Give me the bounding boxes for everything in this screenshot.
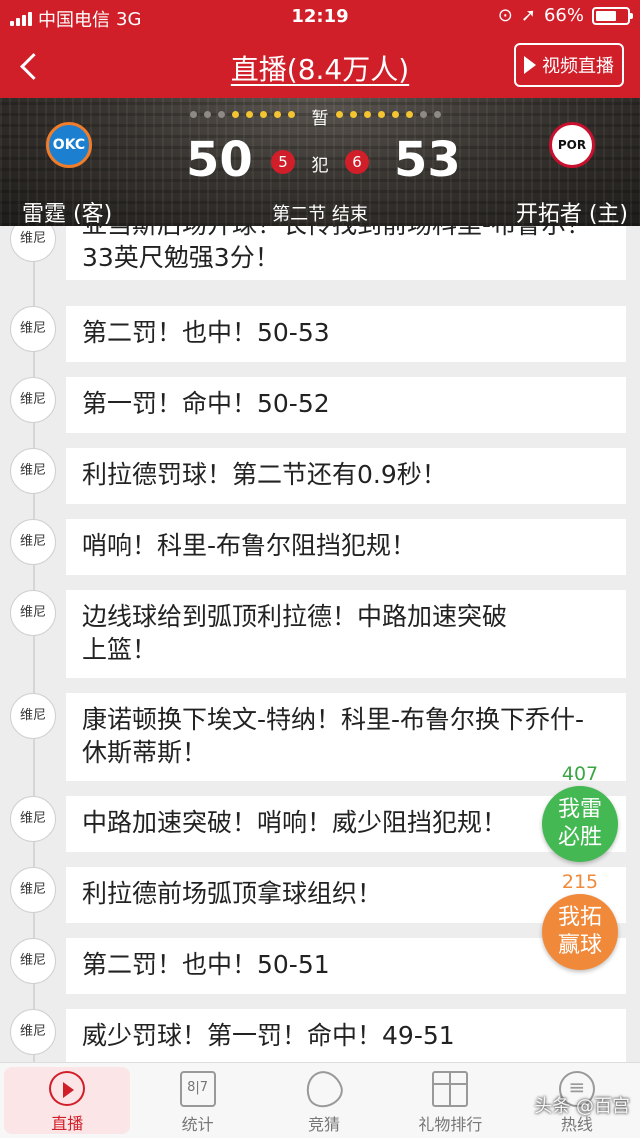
home-timeout-dots <box>336 111 441 118</box>
video-live-button[interactable]: 视频直播 <box>514 43 624 87</box>
blazers-vote-count: 215 <box>561 871 599 893</box>
avatar[interactable]: 维尼 <box>10 448 56 494</box>
home-team-name: 开拓者 (主) <box>515 202 628 226</box>
stats-icon: 8|7 <box>179 1071 216 1107</box>
avatar[interactable]: 维尼 <box>10 796 56 842</box>
feed-text: 边线球给到弧顶利拉德！中路加速突破上篮！ <box>66 590 626 678</box>
timeout-label: 暂 <box>311 109 329 129</box>
scoreboard: 暂 OKC POR 50 5 犯 6 53 雷霆 (客) 第二节 结束 开拓者 … <box>0 98 640 226</box>
play-circle-icon <box>49 1071 86 1106</box>
tab-guess[interactable]: 竞猜 <box>261 1063 387 1138</box>
home-fouls: 6 <box>345 150 369 174</box>
gift-icon <box>432 1071 469 1107</box>
thunder-vote-button[interactable]: 我雷必胜 <box>542 786 618 862</box>
blazers-vote-button[interactable]: 我拓赢球 <box>542 894 618 970</box>
status-bar: 中国电信 3G 12:19 ⊙ ➚ 66% <box>0 0 640 34</box>
home-score: 53 <box>394 132 461 188</box>
tab-bar: 直播 8|7 统计 竞猜 礼物排行 热线 <box>0 1062 640 1138</box>
battery-percent: 66% <box>543 5 584 26</box>
feed-text: 第一罚！命中！50-52 <box>66 377 626 433</box>
video-live-label: 视频直播 <box>542 56 614 77</box>
feed-text: 第二罚！也中！50-53 <box>66 306 626 362</box>
feed-text: 利拉德罚球！第二节还有0.9秒！ <box>66 448 626 504</box>
nav-bar: 直播(8.4万人) 视频直播 <box>0 34 640 98</box>
avatar[interactable]: 维尼 <box>10 693 56 739</box>
tab-hotline[interactable]: 热线 <box>514 1063 640 1138</box>
tab-label: 直播 <box>51 1114 84 1133</box>
feed-text: 哨响！科里-布鲁尔阻挡犯规！ <box>66 519 626 575</box>
feed-text: 第二罚！也中！50-51 <box>66 938 626 994</box>
tab-live[interactable]: 直播 <box>4 1067 131 1134</box>
avatar[interactable]: 维尼 <box>10 590 56 636</box>
feed-text: 亚当斯后场开球！长传找到前场科里-布鲁尔！33英尺勉强3分！ <box>66 226 626 280</box>
avatar[interactable]: 维尼 <box>10 938 56 984</box>
location-icon: ➚ <box>520 5 536 26</box>
tab-label: 热线 <box>560 1115 593 1134</box>
avatar[interactable]: 维尼 <box>10 226 56 262</box>
battery-icon <box>592 6 633 25</box>
avatar[interactable]: 维尼 <box>10 306 56 352</box>
play-icon <box>524 56 536 74</box>
orientation-lock-icon: ⊙ <box>497 5 513 26</box>
tab-gift-ranking[interactable]: 礼物排行 <box>387 1063 513 1138</box>
tab-stats[interactable]: 8|7 统计 <box>134 1063 260 1138</box>
fouls-label: 犯 <box>311 156 329 176</box>
avatar[interactable]: 维尼 <box>10 377 56 423</box>
battery-fill <box>596 10 616 21</box>
thunder-vote-count: 407 <box>561 763 599 785</box>
bean-icon <box>300 1065 348 1113</box>
avatar[interactable]: 维尼 <box>10 867 56 913</box>
tab-label: 竞猜 <box>308 1115 341 1134</box>
tab-label: 礼物排行 <box>418 1115 483 1134</box>
chat-icon <box>558 1071 595 1107</box>
feed-text: 威少罚球！第一罚！命中！49-51 <box>66 1009 626 1062</box>
avatar[interactable]: 维尼 <box>10 519 56 565</box>
tab-label: 统计 <box>181 1115 214 1134</box>
avatar[interactable]: 维尼 <box>10 1009 56 1055</box>
